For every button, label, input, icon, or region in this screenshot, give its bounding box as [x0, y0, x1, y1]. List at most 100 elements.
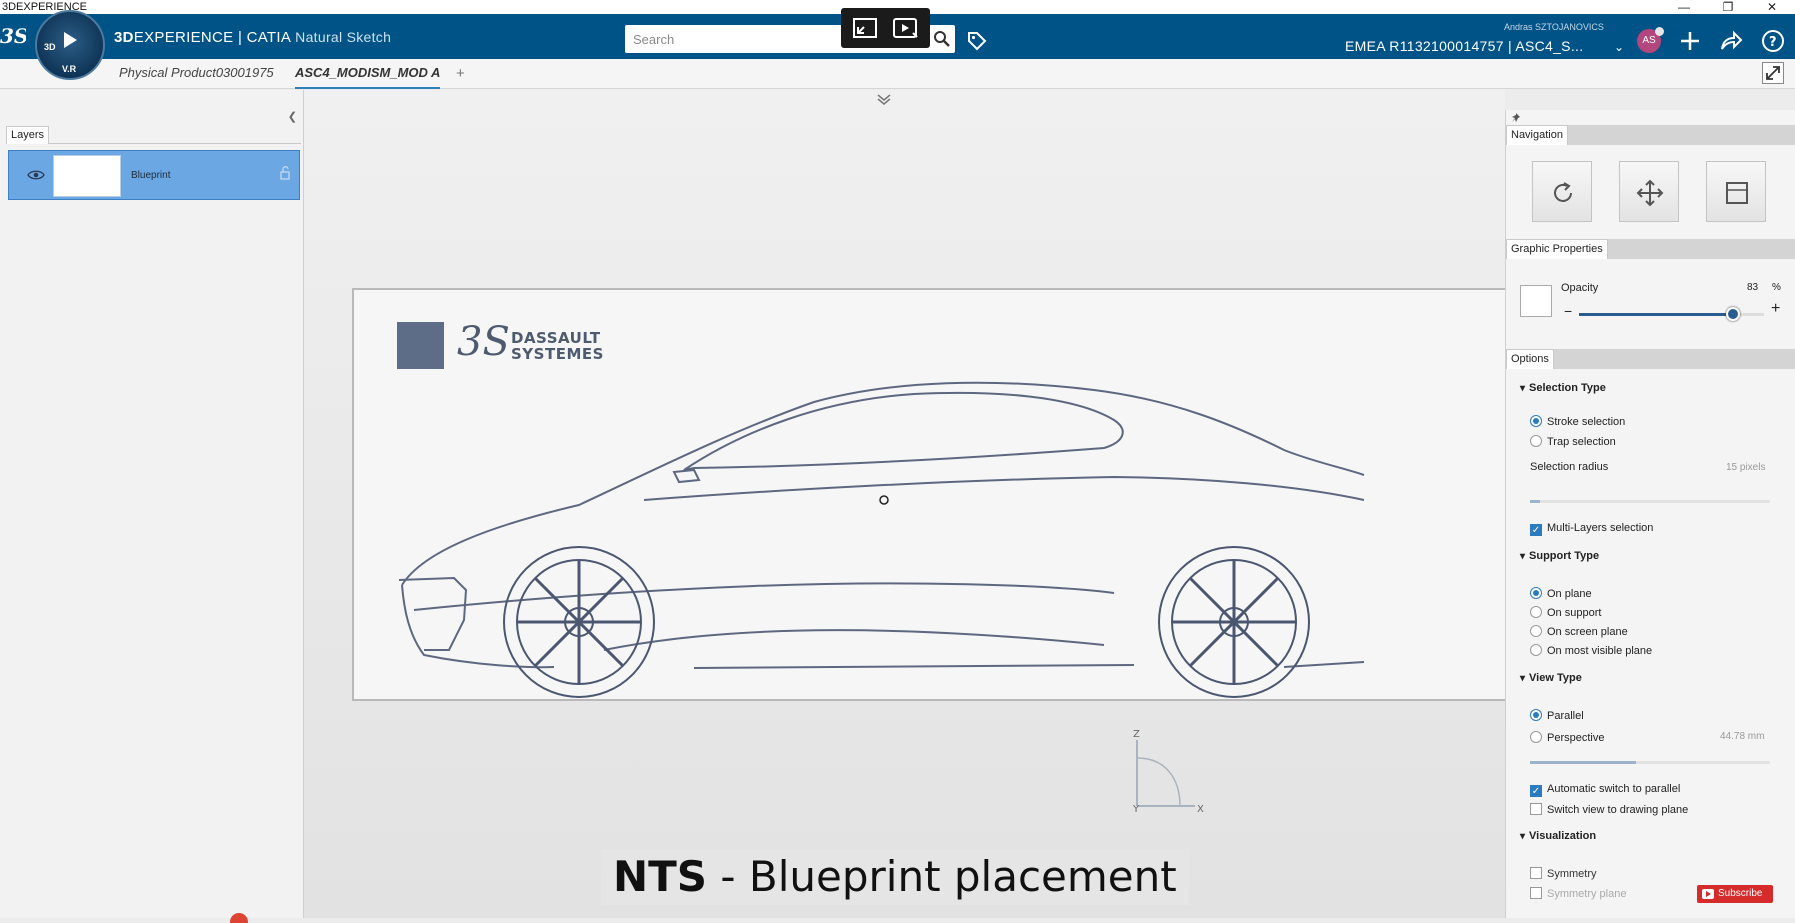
search-icon[interactable]	[933, 30, 951, 48]
layer-name[interactable]: Blueprint	[131, 170, 170, 181]
tab-options[interactable]: Options	[1506, 349, 1554, 369]
chevron-down-icon[interactable]: ⌄	[1614, 40, 1624, 54]
on-plane-radio[interactable]: On plane	[1530, 587, 1592, 600]
perspective-value[interactable]: 44.78 mm	[1720, 731, 1764, 742]
stroke-selection-label: Stroke selection	[1547, 416, 1626, 428]
app-title-rest: EXPERIENCE | CATIA	[133, 29, 292, 46]
on-screen-plane-radio[interactable]: On screen plane	[1530, 625, 1628, 638]
exit-pip-icon[interactable]	[851, 16, 879, 40]
selection-radius-label: Selection radius	[1530, 461, 1609, 473]
3d-viewport[interactable]: 3S DASSAULT SYSTEMES	[304, 90, 1505, 918]
trap-selection-radio[interactable]: Trap selection	[1530, 435, 1616, 448]
tab-navigation[interactable]: Navigation	[1506, 125, 1568, 145]
video-caption: NTS - Blueprint placement	[601, 849, 1189, 905]
fullscreen-icon[interactable]	[1762, 62, 1784, 84]
opacity-unit: %	[1772, 282, 1781, 293]
app-title: 3DEXPERIENCE | CATIA Natural Sketch	[114, 29, 391, 46]
tab-graphic-properties[interactable]: Graphic Properties	[1506, 239, 1608, 259]
perspective-label: Perspective	[1547, 732, 1605, 744]
tag-icon[interactable]	[966, 30, 988, 52]
user-name: Andras SZTOJANOVICS	[1504, 22, 1604, 32]
restore-button[interactable]: ❐	[1708, 0, 1748, 14]
symmetry-label: Symmetry	[1547, 868, 1597, 880]
multi-layers-checkbox[interactable]: ✓ Multi-Layers selection	[1530, 522, 1653, 536]
close-button[interactable]: ✕	[1752, 0, 1792, 14]
tenant-selector[interactable]: EMEA R1132100014757 | ASC4_S...	[1345, 38, 1583, 54]
unlock-icon[interactable]	[279, 165, 291, 181]
graphic-properties-section-header: Graphic Properties	[1506, 239, 1795, 259]
axis-triad: Z Y X	[1132, 729, 1204, 813]
axis-y-label: Y	[1132, 804, 1140, 813]
pan-button[interactable]	[1619, 161, 1679, 222]
layers-panel: ❮ Layers Blueprint	[0, 90, 304, 918]
perspective-slider-fill	[1530, 761, 1636, 764]
layer-row[interactable]: Blueprint	[8, 150, 300, 200]
axis-x-label: X	[1197, 804, 1204, 813]
on-plane-label: On plane	[1547, 588, 1592, 600]
trap-selection-label: Trap selection	[1547, 436, 1616, 448]
perspective-radio[interactable]: Perspective	[1530, 731, 1604, 744]
parallel-label: Parallel	[1547, 710, 1584, 722]
video-overlay-controls	[841, 8, 930, 48]
opacity-slider-handle[interactable]	[1725, 307, 1740, 321]
selection-radius-slider[interactable]	[1530, 500, 1770, 503]
visualization-header[interactable]: Visualization	[1520, 830, 1596, 842]
selection-radius-value[interactable]: 15 pixels	[1726, 462, 1765, 473]
switch-view-drawing-plane-checkbox[interactable]: Switch view to drawing plane	[1530, 803, 1688, 816]
search-input[interactable]	[625, 25, 835, 53]
opacity-slider[interactable]	[1579, 307, 1764, 321]
youtube-icon	[1702, 889, 1714, 899]
color-swatch[interactable]	[1520, 285, 1552, 317]
subscribe-button[interactable]: Subscribe	[1697, 885, 1773, 903]
document-tabs: Physical Product03001975 ASC4_MODISM_MOD…	[0, 59, 1795, 89]
parallel-radio[interactable]: Parallel	[1530, 709, 1584, 722]
ds-logo[interactable]: 3S	[0, 22, 28, 50]
selection-type-header[interactable]: Selection Type	[1520, 382, 1606, 394]
avatar[interactable]: AS	[1637, 27, 1664, 53]
navigation-section-header: Navigation	[1506, 125, 1795, 145]
on-screen-plane-label: On screen plane	[1547, 626, 1628, 638]
play-icon	[64, 32, 77, 48]
view-type-header[interactable]: View Type	[1520, 672, 1582, 684]
caption-bold: NTS	[613, 852, 708, 901]
opacity-value[interactable]: 83	[1747, 282, 1758, 293]
on-most-visible-plane-radio[interactable]: On most visible plane	[1530, 644, 1652, 657]
tab-physical-product[interactable]: Physical Product03001975	[119, 65, 274, 89]
expand-chevron-icon[interactable]	[876, 92, 892, 106]
support-type-header[interactable]: Support Type	[1520, 550, 1599, 562]
layer-thumbnail	[53, 155, 121, 197]
symmetry-checkbox[interactable]: Symmetry	[1530, 867, 1597, 880]
on-support-label: On support	[1547, 607, 1602, 619]
minimize-button[interactable]: —	[1664, 0, 1704, 14]
auto-switch-parallel-label: Automatic switch to parallel	[1547, 783, 1681, 795]
video-enhance-icon[interactable]	[891, 16, 919, 40]
avatar-initials: AS	[1642, 35, 1656, 46]
help-icon[interactable]: ?	[1760, 28, 1786, 54]
auto-switch-parallel-checkbox[interactable]: ✓ Automatic switch to parallel	[1530, 783, 1680, 797]
compass-widget[interactable]: 3D V.R	[35, 10, 105, 80]
properties-panel: Navigation Graphic Properties Opacity 83…	[1505, 110, 1795, 918]
collapse-panel-icon[interactable]: ❮	[288, 110, 297, 123]
fit-view-button[interactable]	[1706, 161, 1766, 222]
on-most-visible-plane-label: On most visible plane	[1547, 645, 1653, 657]
add-tab-icon[interactable]: +	[456, 65, 465, 82]
opacity-slider-fill	[1579, 313, 1733, 316]
stroke-selection-radio[interactable]: Stroke selection	[1530, 415, 1625, 428]
add-icon[interactable]	[1677, 28, 1703, 54]
eye-icon[interactable]	[27, 168, 45, 182]
rotate-button[interactable]	[1532, 161, 1592, 222]
app-title-brand: 3D	[114, 29, 134, 46]
multi-layers-label: Multi-Layers selection	[1547, 522, 1654, 534]
pin-icon[interactable]	[1510, 112, 1522, 124]
perspective-slider[interactable]	[1530, 761, 1770, 764]
notification-dot	[1655, 27, 1664, 36]
opacity-increase-button[interactable]: +	[1771, 300, 1780, 318]
opacity-decrease-button[interactable]: −	[1564, 303, 1572, 319]
on-support-radio[interactable]: On support	[1530, 606, 1601, 619]
compass-3d-label: 3D	[44, 42, 56, 52]
tab-asc4-modism[interactable]: ASC4_MODISM_MOD A	[295, 65, 441, 89]
symmetry-plane-checkbox[interactable]: Symmetry plane	[1530, 887, 1626, 900]
share-icon[interactable]	[1718, 28, 1744, 54]
blueprint-image[interactable]: 3S DASSAULT SYSTEMES	[352, 288, 1505, 701]
tab-layers[interactable]: Layers	[6, 126, 50, 144]
